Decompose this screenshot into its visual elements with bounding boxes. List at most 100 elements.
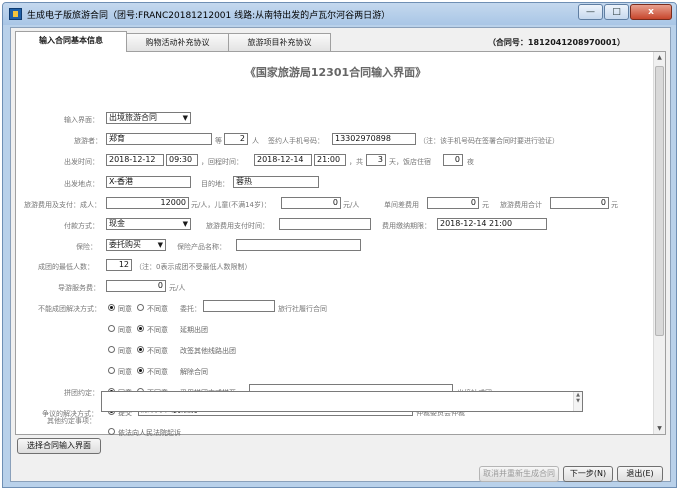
min-people-label: 成团的最低人数： bbox=[38, 263, 94, 271]
form-scrollbar[interactable]: ▲ ▼ bbox=[653, 52, 665, 434]
destination-label: 目的地： bbox=[201, 180, 229, 188]
single-unit-label: 元 bbox=[482, 201, 489, 209]
court-label: 依法向人民法院起诉 bbox=[118, 429, 181, 437]
scrollbar-thumb[interactable] bbox=[655, 66, 664, 336]
scroll-up-icon[interactable]: ▲ bbox=[654, 52, 665, 63]
traveler-input[interactable]: 郑育 bbox=[106, 133, 212, 145]
minimize-button[interactable]: — bbox=[578, 4, 603, 20]
merge-label: 拼团约定： bbox=[64, 389, 99, 397]
route-disagree-label: 不同意 bbox=[147, 347, 168, 355]
tab-shopping-agreement[interactable]: 购物活动补充协议 bbox=[126, 33, 229, 51]
select-interface-button[interactable]: 选择合同输入界面 bbox=[17, 438, 101, 454]
delay-text: 延期出团 bbox=[180, 326, 208, 334]
phone-input[interactable]: 13302970898 bbox=[332, 133, 416, 145]
adult-fee-input[interactable]: 12000 bbox=[106, 197, 189, 209]
title-bar[interactable]: 生成电子版旅游合同（团号:FRANC20181212001 线路:从南特出发的卢… bbox=[3, 3, 676, 25]
interface-select[interactable]: 出境旅游合同 ▼ bbox=[106, 112, 191, 124]
entrust-disagree-radio[interactable] bbox=[137, 304, 144, 311]
chevron-down-icon: ▼ bbox=[157, 241, 163, 249]
contract-number: （合同号：1812041208970001） bbox=[487, 38, 625, 47]
return-time-label: ，回程时间： bbox=[201, 158, 243, 166]
destination-input[interactable]: 蓉热 bbox=[233, 176, 319, 188]
pay-time-input[interactable] bbox=[279, 218, 371, 230]
cancel-disagree-label: 不同意 bbox=[147, 368, 168, 376]
delay-disagree-label: 不同意 bbox=[147, 326, 168, 334]
nights-input[interactable]: 0 bbox=[443, 154, 463, 166]
entrust-agree-label: 同意 bbox=[118, 305, 132, 313]
exit-button[interactable]: 退出(E) bbox=[617, 466, 663, 482]
total-days-label: ，共 bbox=[349, 158, 363, 166]
payment-label: 付款方式： bbox=[64, 222, 99, 230]
origin-label: 出发地点： bbox=[64, 180, 99, 188]
return-date-input[interactable]: 2018-12-14 bbox=[254, 154, 312, 166]
cancel-regenerate-button[interactable]: 取消并重新生成合同 bbox=[479, 466, 559, 482]
child-unit-label: 元/人 bbox=[343, 201, 360, 209]
next-button[interactable]: 下一步(N) bbox=[563, 466, 613, 482]
adult-unit-label: 元/人，儿童(不满14岁)： bbox=[191, 201, 271, 209]
tab-strip: 输入合同基本信息 购物活动补充协议 旅游项目补充协议 （合同号：18120412… bbox=[15, 31, 665, 52]
total-fee-input[interactable]: 0 bbox=[550, 197, 609, 209]
route-disagree-radio[interactable] bbox=[137, 346, 144, 353]
interface-value: 出境旅游合同 bbox=[109, 113, 157, 122]
route-agree-label: 同意 bbox=[118, 347, 132, 355]
payment-select[interactable]: 现金 ▼ bbox=[106, 218, 191, 230]
close-button[interactable]: x bbox=[630, 4, 672, 20]
days-input[interactable]: 3 bbox=[366, 154, 386, 166]
insurance-product-label: 保险产品名称： bbox=[177, 243, 226, 251]
origin-input[interactable]: X-香港 bbox=[106, 176, 191, 188]
chevron-down-icon: ▼ bbox=[182, 114, 188, 122]
person-unit-label: 人 bbox=[252, 137, 259, 145]
client-area: 输入合同基本信息 购物活动补充协议 旅游项目补充协议 （合同号：18120412… bbox=[10, 27, 671, 482]
min-people-note: （注：0表示成团不受最低人数限制） bbox=[135, 263, 252, 271]
single-room-input[interactable]: 0 bbox=[427, 197, 479, 209]
days-unit-label: 天，饭店住宿 bbox=[389, 158, 431, 166]
other-notes-textarea[interactable]: ▲ ▼ bbox=[101, 391, 583, 412]
textarea-scrollbar[interactable]: ▲ ▼ bbox=[573, 392, 582, 411]
cancel-agree-radio[interactable] bbox=[108, 367, 115, 374]
return-time-input[interactable]: 21:00 bbox=[314, 154, 346, 166]
cancel-disagree-radio[interactable] bbox=[137, 367, 144, 374]
form-heading: 《国家旅游局12301合同输入界面》 bbox=[244, 66, 427, 79]
window-controls: — □ x bbox=[577, 4, 672, 20]
deadline-input[interactable]: 2018-12-14 21:00 bbox=[437, 218, 547, 230]
delay-disagree-radio[interactable] bbox=[137, 325, 144, 332]
depart-time-label: 出发时间： bbox=[64, 158, 99, 166]
chevron-down-icon: ▼ bbox=[182, 220, 188, 228]
guide-fee-input[interactable]: 0 bbox=[106, 280, 166, 292]
nights-unit-label: 夜 bbox=[467, 158, 474, 166]
other-route-text: 改签其他线路出团 bbox=[180, 347, 236, 355]
total-fee-label: 旅游费用合计 bbox=[500, 201, 542, 209]
depart-time-input[interactable]: 09:30 bbox=[166, 154, 198, 166]
delay-agree-radio[interactable] bbox=[108, 325, 115, 332]
tab-basic-info[interactable]: 输入合同基本信息 bbox=[15, 31, 127, 52]
fail-solution-label: 不能成团解决方式： bbox=[38, 305, 101, 313]
route-agree-radio[interactable] bbox=[108, 346, 115, 353]
child-fee-input[interactable]: 0 bbox=[281, 197, 341, 209]
insurance-select[interactable]: 委托购买 ▼ bbox=[106, 239, 166, 251]
min-people-input[interactable]: 12 bbox=[106, 259, 132, 271]
entrust-agree-radio[interactable] bbox=[108, 304, 115, 311]
interface-label: 输入界面： bbox=[64, 116, 99, 124]
entrust-suffix: 旅行社履行合同 bbox=[278, 305, 327, 313]
cancel-contract-text: 解除合同 bbox=[180, 368, 208, 376]
traveler-count-input[interactable]: 2 bbox=[224, 133, 248, 145]
scroll-down-icon[interactable]: ▼ bbox=[654, 423, 665, 434]
court-radio[interactable] bbox=[108, 428, 115, 435]
other-notes-label: 其他约定事项： bbox=[47, 417, 96, 425]
phone-note: （注：该手机号码在签署合同时要进行验证） bbox=[419, 137, 559, 145]
cancel-agree-label: 同意 bbox=[118, 368, 132, 376]
traveler-label: 旅游者： bbox=[74, 137, 102, 145]
entrust-input[interactable] bbox=[203, 300, 275, 312]
depart-date-input[interactable]: 2018-12-12 bbox=[106, 154, 164, 166]
tab-tour-items-agreement[interactable]: 旅游项目补充协议 bbox=[228, 33, 331, 51]
maximize-button[interactable]: □ bbox=[604, 4, 629, 20]
app-icon bbox=[9, 8, 22, 20]
insurance-value: 委托购买 bbox=[109, 240, 141, 249]
fee-label: 旅游费用及支付：成人： bbox=[24, 201, 101, 209]
entrust-disagree-label: 不同意 bbox=[147, 305, 168, 313]
etc-label: 等 bbox=[215, 137, 222, 145]
insurance-product-input[interactable] bbox=[236, 239, 361, 251]
pay-time-label: 旅游费用支付时间： bbox=[206, 222, 269, 230]
main-window: 生成电子版旅游合同（团号:FRANC20181212001 线路:从南特出发的卢… bbox=[2, 2, 677, 488]
total-fee-unit-label: 元 bbox=[611, 201, 618, 209]
